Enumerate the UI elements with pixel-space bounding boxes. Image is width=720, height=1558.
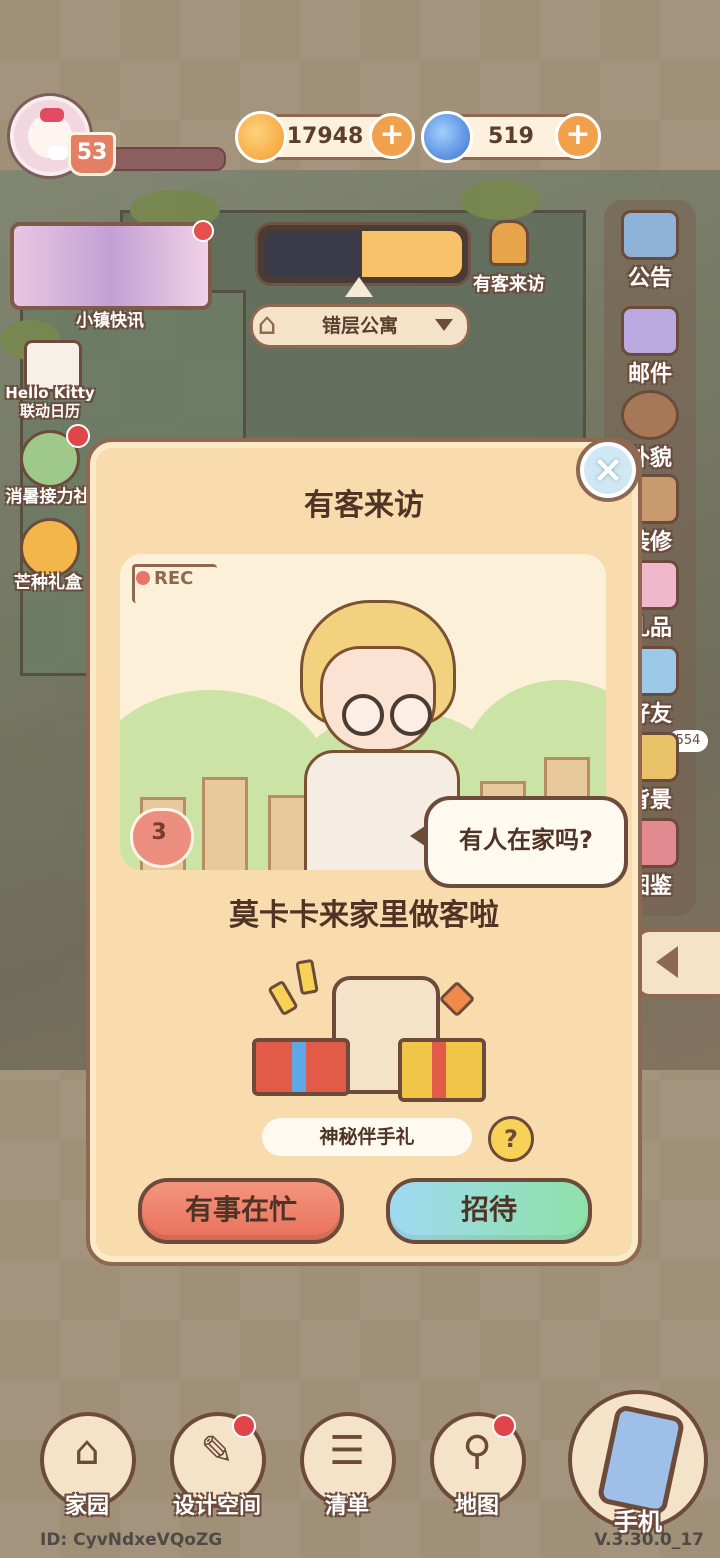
- speech-text: 有人在家吗?: [459, 826, 593, 854]
- mail-button[interactable]: 邮件: [590, 306, 710, 388]
- relay-label: 消暑接力社: [5, 487, 91, 507]
- add-gems-button[interactable]: +: [555, 113, 601, 159]
- level-badge: 53: [68, 132, 116, 176]
- gift-box-icon: [398, 1038, 486, 1102]
- chat-icon[interactable]: [48, 146, 68, 160]
- visitor-alert[interactable]: 有客来访: [464, 220, 554, 296]
- sun-icon: [362, 231, 462, 277]
- visitor-dialog: 有客来访 REC 3 有人在家吗? 莫卡卡来家里做客啦 神秘伴手礼 ? 有事在忙…: [86, 438, 642, 1266]
- nav-design[interactable]: ✎ 设计空间: [170, 1412, 266, 1519]
- coin-icon: [235, 111, 287, 163]
- home-icon: ⌂: [74, 1428, 100, 1474]
- experience-bar: [104, 147, 226, 171]
- coin-counter: 17948 +: [235, 111, 415, 163]
- help-button[interactable]: ?: [488, 1116, 534, 1162]
- speech-bubble: 有人在家吗?: [410, 796, 628, 888]
- chevron-down-icon: [435, 319, 453, 331]
- news-label: 小镇快讯: [76, 311, 144, 331]
- list-icon: ☰: [329, 1428, 365, 1474]
- pointer-arrow: [345, 277, 373, 297]
- version-label: V.3.30.0_17: [594, 1530, 704, 1550]
- player-id: ID: CyvNdxeVQoZG: [40, 1530, 223, 1550]
- notification-dot: [192, 220, 214, 242]
- collapse-menu-button[interactable]: [634, 928, 720, 998]
- nav-map-label: 地图: [454, 1494, 499, 1519]
- nav-list-label: 清单: [324, 1494, 369, 1519]
- bow-icon: [40, 108, 64, 122]
- nav-list[interactable]: ☰ 清单: [300, 1412, 396, 1519]
- gift-label: 神秘伴手礼: [262, 1118, 472, 1156]
- ribbon: [292, 1042, 306, 1092]
- notification-dot: [232, 1414, 256, 1438]
- moon-icon: [264, 231, 360, 277]
- gem-icon: [421, 111, 473, 163]
- house-icon: ⌂: [257, 307, 277, 342]
- sparkle-icon: [267, 979, 299, 1017]
- affection-heart: 3: [130, 808, 194, 868]
- calendar-label: Hello Kitty 联动日历: [5, 384, 95, 420]
- announcement-label: 公告: [627, 266, 672, 291]
- announcement-icon: [621, 210, 679, 260]
- dialog-title: 有客来访: [304, 488, 424, 523]
- close-button[interactable]: ×: [576, 438, 640, 502]
- nav-home-label: 家园: [64, 1494, 109, 1519]
- notification-dot: [66, 424, 90, 448]
- add-coins-button[interactable]: +: [369, 113, 415, 159]
- glasses-icon: [390, 694, 432, 736]
- gift-box-icon: [252, 1038, 350, 1096]
- phone-button[interactable]: 手机: [568, 1390, 708, 1536]
- glasses-icon: [342, 694, 384, 736]
- mail-icon: [621, 306, 679, 356]
- appearance-icon: [621, 390, 679, 440]
- announcement-button[interactable]: 公告: [590, 210, 710, 292]
- phone-icon: [596, 1403, 686, 1517]
- chevron-left-icon: [656, 946, 678, 978]
- affection-value: 3: [151, 820, 167, 845]
- notification-dot: [492, 1414, 516, 1438]
- star-icon: [438, 980, 476, 1018]
- gift-box-label: 芒种礼盒: [14, 573, 82, 593]
- visit-message: 莫卡卡来家里做客啦: [229, 898, 499, 933]
- gift-illustration: [248, 942, 488, 1102]
- nav-design-label: 设计空间: [172, 1494, 261, 1519]
- location-name: 错层公寓: [321, 315, 398, 337]
- busy-button[interactable]: 有事在忙: [138, 1178, 344, 1244]
- bell-icon: [489, 220, 529, 266]
- gem-value: 519: [488, 124, 534, 149]
- mail-label: 邮件: [627, 362, 672, 387]
- visitor-alert-label: 有客来访: [473, 274, 545, 295]
- ribbon: [432, 1042, 446, 1098]
- nav-map[interactable]: ⚲ 地图: [430, 1412, 526, 1519]
- nav-home[interactable]: ⌂ 家园: [40, 1412, 136, 1519]
- news-card[interactable]: [10, 220, 214, 310]
- rec-label: REC: [154, 568, 194, 589]
- gem-counter: 519 +: [421, 111, 601, 163]
- record-dot-icon: [136, 571, 150, 585]
- host-button[interactable]: 招待: [386, 1178, 592, 1244]
- coin-value: 17948: [286, 124, 364, 149]
- fence-post: [202, 777, 248, 870]
- speech-tail: [410, 824, 428, 848]
- sparkle-icon: [295, 958, 319, 996]
- rec-indicator: REC: [136, 568, 193, 589]
- location-selector[interactable]: ⌂ 错层公寓: [250, 304, 470, 348]
